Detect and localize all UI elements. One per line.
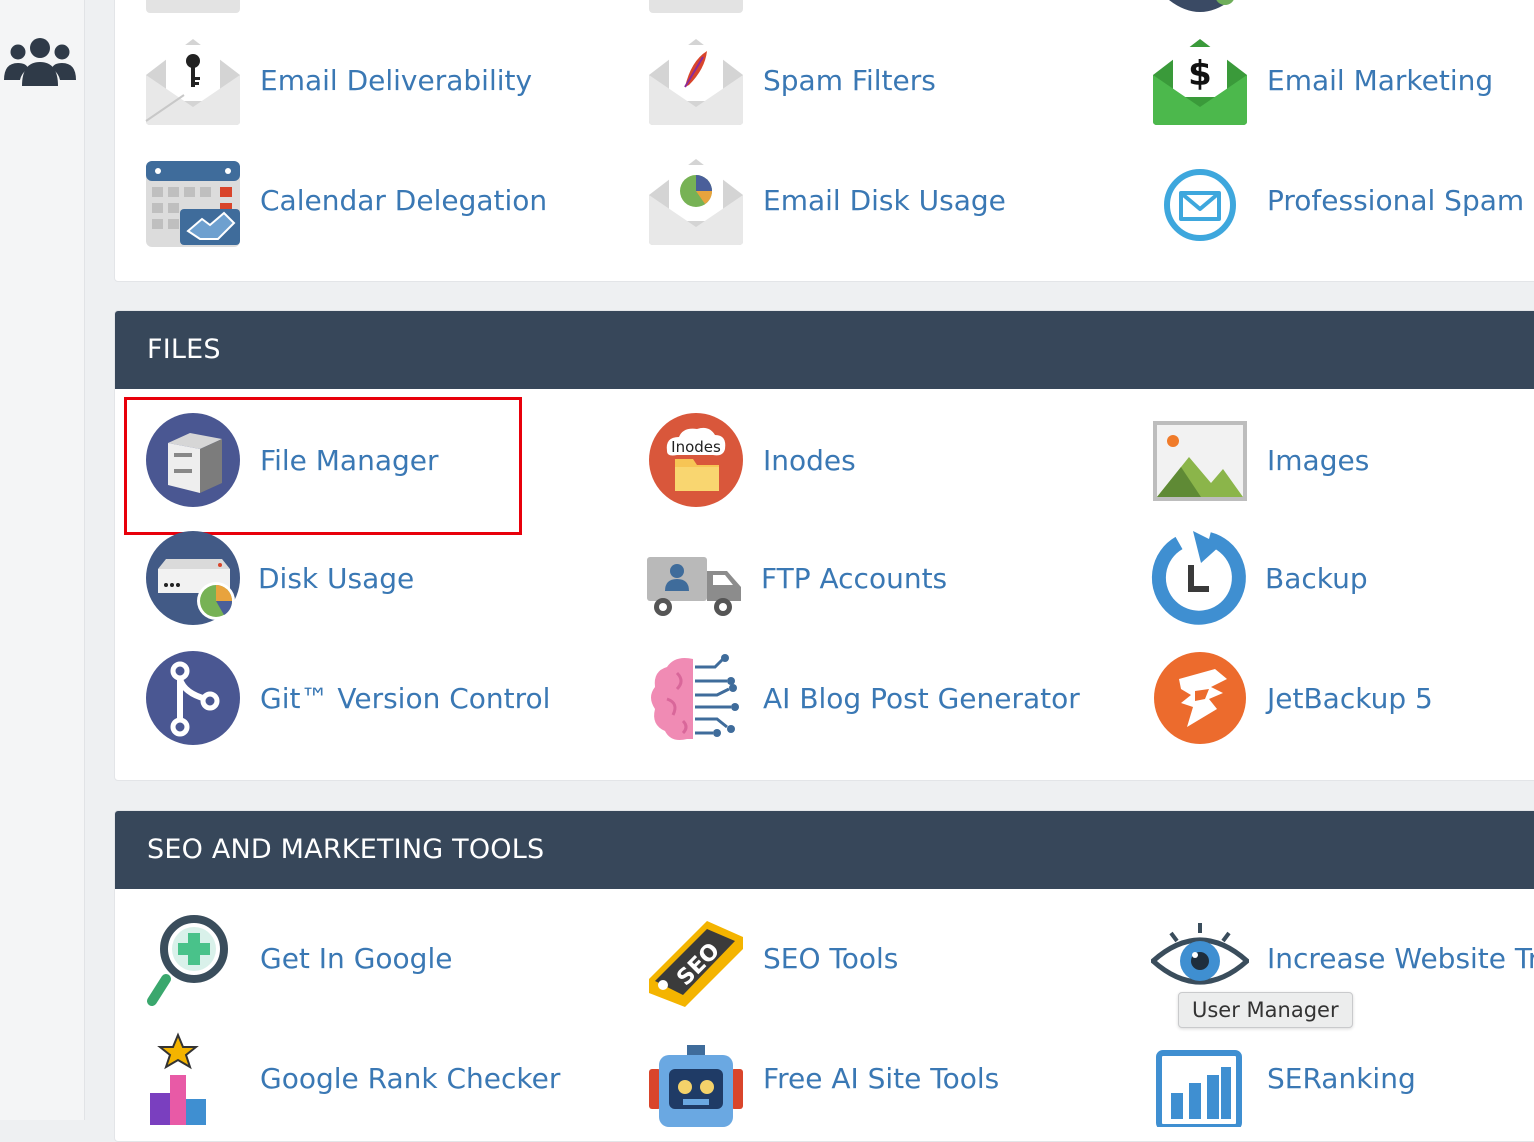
file-manager-link[interactable]: File Manager bbox=[144, 410, 439, 510]
envelope-dollar-icon: $ bbox=[1153, 39, 1247, 125]
brain-circuit-icon bbox=[651, 654, 739, 740]
backup-link[interactable]: Backup bbox=[1149, 528, 1368, 628]
backup-clock-icon bbox=[1151, 531, 1246, 625]
spam-filters-label: Spam Filters bbox=[763, 63, 936, 97]
files-section-header: FILES bbox=[115, 311, 1534, 389]
disk-usage-link[interactable]: Disk Usage bbox=[144, 528, 414, 628]
backup-label: Backup bbox=[1265, 561, 1368, 595]
seranking-link[interactable]: SERanking bbox=[1151, 1028, 1416, 1128]
ftp-accounts-link[interactable]: FTP Accounts bbox=[645, 528, 947, 628]
get-in-google-label: Get In Google bbox=[260, 941, 453, 975]
professional-spam-filter-link[interactable]: Professional Spam Fi bbox=[1151, 150, 1534, 250]
calendar-handshake-icon bbox=[146, 161, 240, 247]
envelope-key-icon bbox=[145, 39, 240, 125]
sidebar bbox=[0, 0, 85, 1120]
bar-chart-icon bbox=[1156, 1050, 1242, 1127]
spam-filters-link[interactable]: Spam Filters bbox=[647, 30, 936, 130]
robot-icon bbox=[649, 1045, 743, 1127]
file-manager-label: File Manager bbox=[260, 443, 439, 477]
git-branch-icon bbox=[146, 651, 240, 745]
seo-section-header: SEO AND MARKETING TOOLS bbox=[115, 811, 1534, 889]
users-icon[interactable] bbox=[4, 36, 76, 90]
circle-envelope-icon bbox=[1164, 169, 1236, 241]
email-deliverability-link[interactable]: Email Deliverability bbox=[144, 30, 532, 130]
email-disk-usage-label: Email Disk Usage bbox=[763, 183, 1006, 217]
seo-tag-icon: SEO bbox=[649, 921, 743, 1007]
increase-website-traffic-label: Increase Website Tra bbox=[1267, 941, 1534, 975]
free-ai-site-tools-label: Free AI Site Tools bbox=[763, 1061, 1000, 1095]
email-deliverability-label: Email Deliverability bbox=[260, 63, 533, 97]
images-link[interactable]: Images bbox=[1151, 410, 1369, 510]
svg-text:$: $ bbox=[1188, 54, 1212, 94]
email-marketing-link[interactable]: $ Email Marketing bbox=[1151, 30, 1493, 130]
seo-tools-link[interactable]: SEO SEO Tools bbox=[647, 908, 898, 1008]
user-manager-tooltip: User Manager bbox=[1178, 992, 1353, 1028]
email-marketing-label: Email Marketing bbox=[1267, 63, 1494, 97]
envelope-icon bbox=[649, 0, 743, 13]
inodes-link[interactable]: Inodes Inodes bbox=[647, 410, 856, 510]
seranking-label: SERanking bbox=[1267, 1061, 1416, 1095]
server-pie-icon bbox=[146, 531, 240, 625]
seo-tools-label: SEO Tools bbox=[763, 941, 899, 975]
free-ai-site-tools-link[interactable]: Free AI Site Tools bbox=[647, 1028, 999, 1128]
rank-chart-star-icon bbox=[150, 1032, 206, 1125]
ai-blog-post-generator-label: AI Blog Post Generator bbox=[763, 681, 1080, 715]
calendar-delegation-link[interactable]: Calendar Delegation bbox=[144, 150, 547, 250]
magnifier-plus-icon bbox=[147, 915, 228, 1006]
google-rank-checker-label: Google Rank Checker bbox=[260, 1061, 561, 1095]
jetbackup-label: JetBackup 5 bbox=[1267, 681, 1433, 715]
envelope-feather-icon bbox=[649, 39, 743, 125]
envelope-icon bbox=[146, 0, 240, 13]
git-version-control-label: Git™ Version Control bbox=[260, 681, 551, 715]
envelope-pie-icon bbox=[649, 159, 743, 245]
main-content: Email Deliverability Spam Filters $ Emai… bbox=[85, 0, 1534, 1142]
images-label: Images bbox=[1267, 443, 1370, 477]
file-cabinet-icon bbox=[146, 413, 240, 507]
inodes-badge: Inodes bbox=[671, 438, 721, 456]
ftp-accounts-label: FTP Accounts bbox=[761, 561, 948, 595]
professional-spam-filter-label: Professional Spam Fi bbox=[1267, 183, 1534, 217]
inodes-label: Inodes bbox=[763, 443, 856, 477]
calendar-delegation-label: Calendar Delegation bbox=[260, 183, 548, 217]
email-disk-usage-link[interactable]: Email Disk Usage bbox=[647, 150, 1006, 250]
google-rank-checker-link[interactable]: Google Rank Checker bbox=[144, 1028, 560, 1128]
truck-user-icon bbox=[647, 557, 741, 616]
ai-blog-post-generator-link[interactable]: AI Blog Post Generator bbox=[647, 648, 1080, 748]
git-version-control-link[interactable]: Git™ Version Control bbox=[144, 648, 550, 748]
jetbackup-icon bbox=[1154, 652, 1246, 744]
disk-usage-label: Disk Usage bbox=[258, 561, 415, 595]
get-in-google-link[interactable]: Get In Google bbox=[144, 908, 452, 1008]
globe-icon bbox=[1169, 0, 1234, 12]
jetbackup-link[interactable]: JetBackup 5 bbox=[1151, 648, 1433, 748]
inodes-folder-icon: Inodes bbox=[649, 413, 743, 507]
image-landscape-icon bbox=[1153, 421, 1247, 501]
